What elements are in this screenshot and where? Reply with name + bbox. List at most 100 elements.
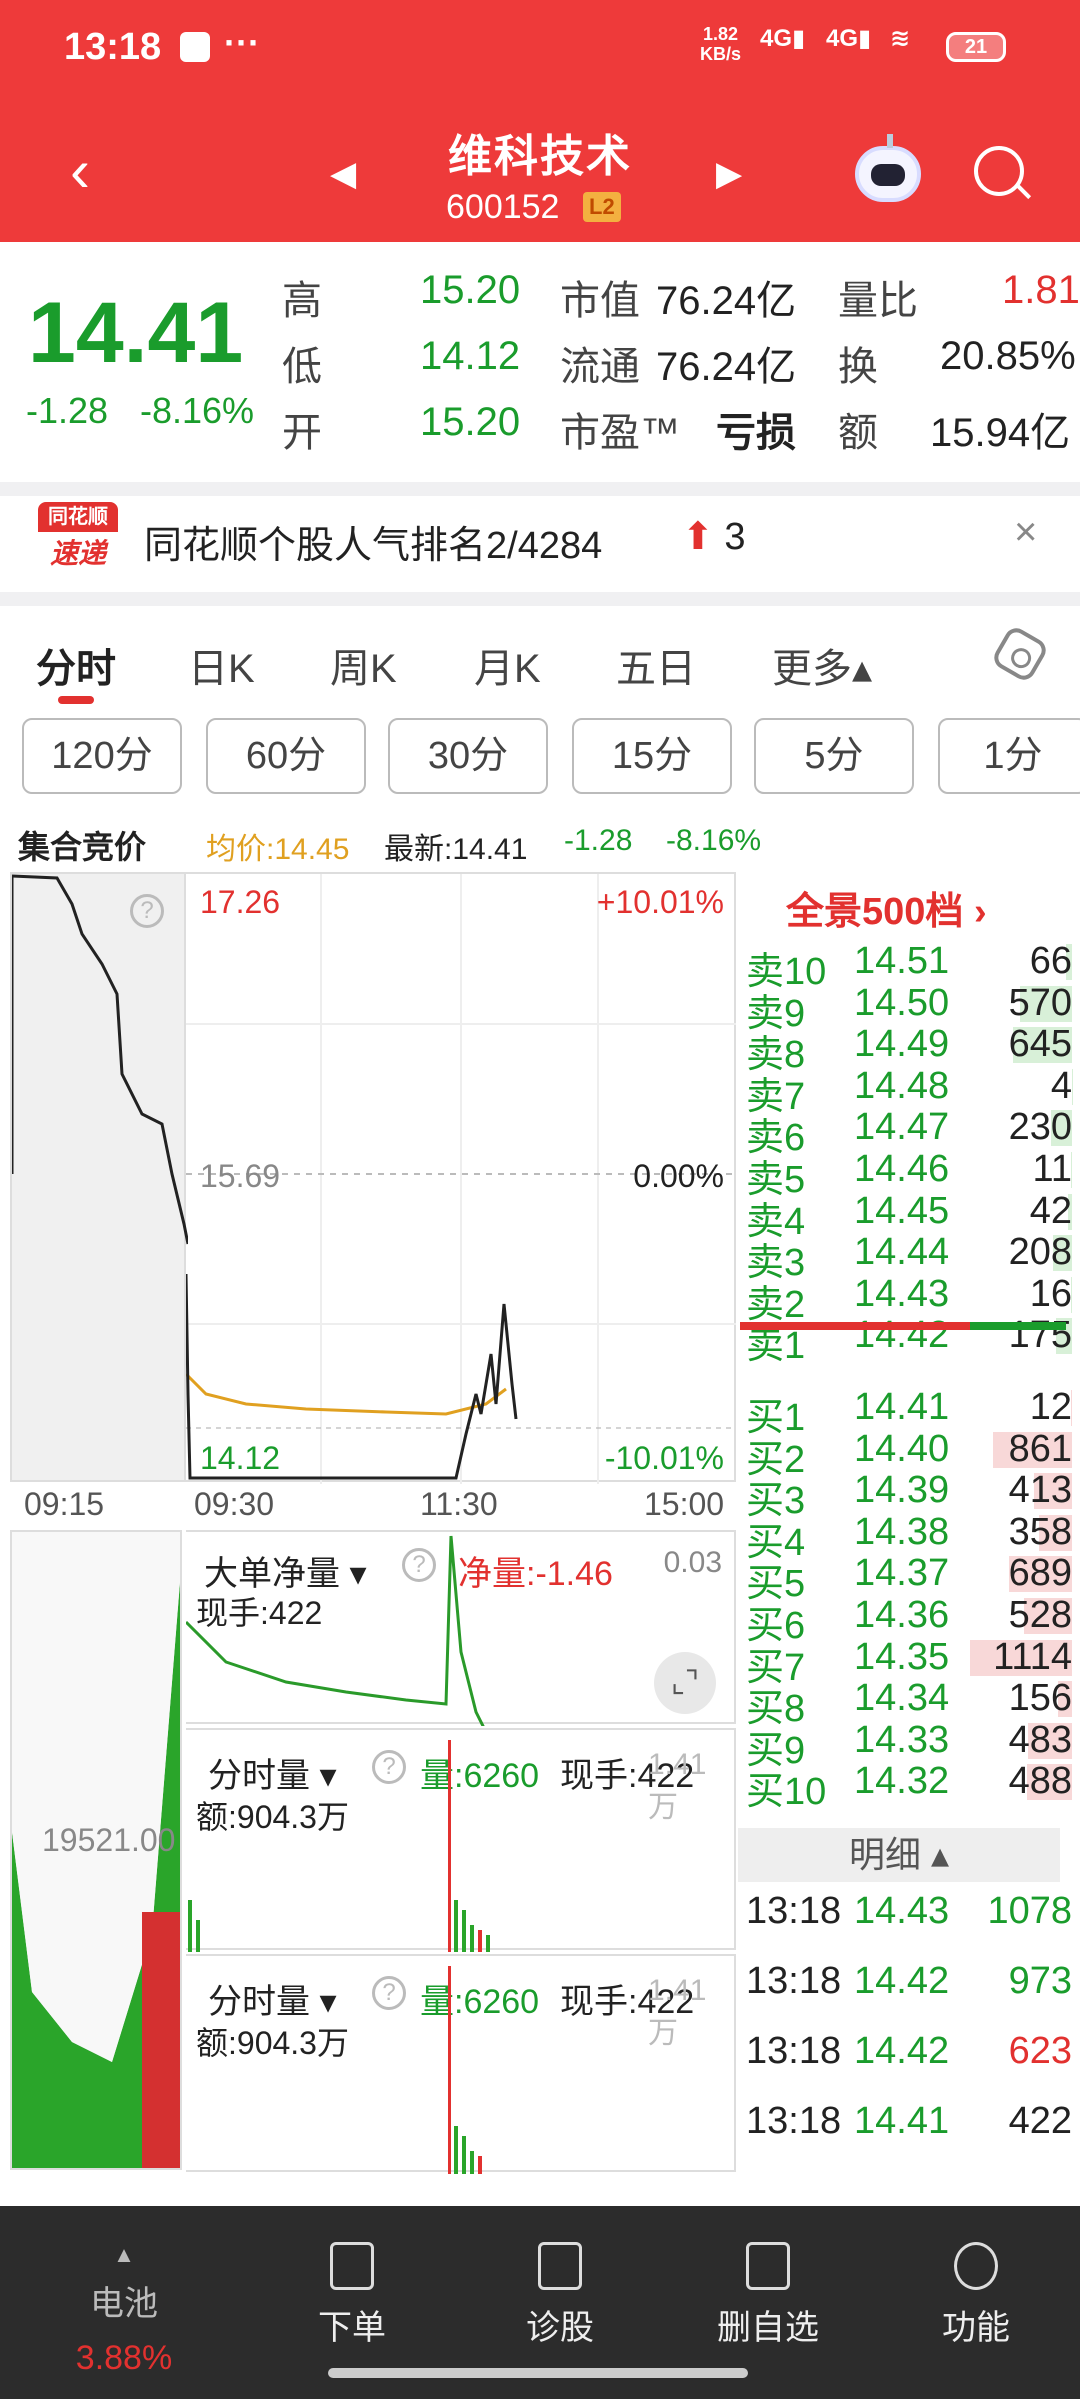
bid-price: 14.38 <box>854 1510 950 1553</box>
bid-row[interactable]: 买10 14.32 488 <box>738 1760 1072 1813</box>
close-icon[interactable]: × <box>1014 510 1037 555</box>
current-price: 14.41 <box>28 285 244 381</box>
menu-circle-icon <box>954 2242 998 2290</box>
level2-badge[interactable]: L2 <box>583 192 621 222</box>
rank-change: ⬆ 3 <box>682 516 746 558</box>
bid-row[interactable]: 买4 14.38 358 <box>738 1510 1072 1564</box>
auction-line <box>10 874 190 1245</box>
mcap-value: 76.24亿 <box>656 279 797 323</box>
ask-qty: 645 <box>1008 1023 1072 1066</box>
high-value: 15.20 <box>420 268 521 312</box>
ask-bid-ratio-bar-red <box>740 1322 970 1330</box>
tab-intraday[interactable]: 分时 <box>36 636 116 694</box>
amount-label: 额 <box>838 411 878 455</box>
tab-monthly-k[interactable]: 月K <box>474 636 541 694</box>
bid-row[interactable]: 买7 14.35 1114 <box>738 1635 1072 1689</box>
bid-qty: 528 <box>1008 1594 1072 1636</box>
latest-price-legend: 最新:14.41 <box>384 833 528 866</box>
signal-icon: 4G▮ <box>760 25 806 52</box>
ask-price: 14.48 <box>854 1064 950 1107</box>
nav-battery[interactable]: ▲ 电池 3.88% <box>54 2242 194 2378</box>
ask-price: 14.45 <box>854 1189 950 1232</box>
period-60[interactable]: 60分 <box>206 718 366 794</box>
bid-qty: 861 <box>1008 1427 1072 1470</box>
next-stock-icon[interactable]: ▶ <box>716 154 742 194</box>
period-30[interactable]: 30分 <box>388 718 548 794</box>
tab-more[interactable]: 更多▴ <box>772 636 872 694</box>
ask-row[interactable]: 卖5 14.46 11 <box>738 1148 1072 1201</box>
nav-remove-watchlist[interactable]: 删自选 <box>698 2242 838 2349</box>
bid-row[interactable]: 买5 14.37 689 <box>738 1552 1072 1605</box>
more-notifications-icon: ··· <box>224 22 260 63</box>
period-120[interactable]: 120分 <box>22 718 182 794</box>
ask-qty: 16 <box>1029 1272 1072 1315</box>
detail-time: 13:18 <box>746 1960 842 2002</box>
diagnose-icon <box>538 2242 582 2290</box>
y-bot-pct: -10.01% <box>604 1440 724 1476</box>
ask-row[interactable]: 卖4 14.45 42 <box>738 1189 1072 1243</box>
float-value: 76.24亿 <box>656 345 797 389</box>
ask-price: 14.44 <box>854 1231 950 1274</box>
detail-time: 13:18 <box>746 2100 842 2142</box>
ask-row[interactable]: 卖7 14.48 4 <box>738 1064 1072 1118</box>
pe-label: 市盈™ <box>560 411 680 455</box>
robot-assistant-icon[interactable] <box>855 134 921 202</box>
ask-qty: 208 <box>1008 1231 1072 1274</box>
detail-toggle[interactable]: 明细 ▴ <box>738 1828 1060 1882</box>
price-change: -1.28 <box>26 390 109 431</box>
big-order-panel: 大单净量 ▾ ? 净量:-1.46 0.03 现手:422 ⌞⌝ <box>186 1530 736 1726</box>
news-banner[interactable]: 同花顺 速递 同花顺个股人气排名2/4284 ⬆ 3 × <box>0 496 1080 592</box>
bid-row[interactable]: 买8 14.34 156 <box>738 1677 1072 1730</box>
arrow-up-icon: ⬆ <box>682 516 714 558</box>
bid-row[interactable]: 买1 14.41 12 <box>738 1386 1072 1439</box>
bid-row[interactable]: 买6 14.36 528 <box>738 1594 1072 1647</box>
ask-qty: 11 <box>1032 1148 1072 1190</box>
detail-price: 14.42 <box>854 1960 950 2002</box>
nav-diagnose[interactable]: 诊股 <box>490 2242 630 2349</box>
bid-row[interactable]: 买9 14.33 483 <box>738 1718 1072 1772</box>
bid-level: 买10 <box>746 1771 827 1814</box>
popularity-rank-text: 同花顺个股人气排名2/4284 <box>144 525 603 567</box>
tab-five-day[interactable]: 五日 <box>616 636 696 694</box>
y-top-pct: +10.01% <box>596 884 724 920</box>
bid-qty: 483 <box>1008 1718 1072 1761</box>
battery-icon: 21 <box>946 32 1006 62</box>
bid-row[interactable]: 买2 14.40 861 <box>738 1427 1072 1481</box>
detail-time: 13:18 <box>746 1890 842 1932</box>
y-mid-pct: 0.00% <box>633 1158 724 1194</box>
detail-qty: 422 <box>1008 2100 1072 2142</box>
home-indicator[interactable] <box>328 2368 748 2378</box>
volume-panel-2: 分时量 ▾ ? 量:6260 现手:422 1.41万 额:904.3万 <box>186 1954 736 2174</box>
period-15[interactable]: 15分 <box>572 718 732 794</box>
ask-row[interactable]: 卖9 14.50 570 <box>738 982 1072 1035</box>
x-label-1130: 11:30 <box>420 1486 498 1522</box>
ask-row[interactable]: 卖2 14.43 16 <box>738 1272 1072 1326</box>
ask-row[interactable]: 卖8 14.49 645 <box>738 1023 1072 1076</box>
y-mid-price: 15.69 <box>200 1158 281 1194</box>
y-top-price: 17.26 <box>200 884 281 920</box>
expand-icon[interactable]: ⌞⌝ <box>654 1652 716 1714</box>
bid-price: 14.36 <box>854 1594 950 1636</box>
ask-row[interactable]: 卖10 14.51 66 <box>738 940 1072 993</box>
ask-price: 14.49 <box>854 1023 950 1066</box>
network-speed: 1.82 KB/s <box>700 24 742 64</box>
app-header: ‹ ◀ 维科技术 600152 L2 ▶ <box>0 100 1080 242</box>
divider <box>0 592 1080 606</box>
nav-functions[interactable]: 功能 <box>906 2242 1046 2349</box>
ask-row[interactable]: 卖3 14.44 208 <box>738 1231 1072 1284</box>
tab-daily-k[interactable]: 日K <box>188 636 255 694</box>
help-icon[interactable]: ? <box>130 894 164 928</box>
ask-row[interactable]: 卖6 14.47 230 <box>738 1106 1072 1159</box>
tab-weekly-k[interactable]: 周K <box>330 636 397 694</box>
ask-row[interactable]: 卖1 14.42 175 <box>738 1314 1072 1367</box>
bid-row[interactable]: 买3 14.39 413 <box>738 1469 1072 1522</box>
net-volume-svg <box>186 1535 485 1726</box>
full-depth-link[interactable]: 全景500档 › <box>786 880 987 935</box>
nav-order[interactable]: 下单 <box>282 2242 422 2349</box>
period-5[interactable]: 5分 <box>754 718 914 794</box>
period-1[interactable]: 1分 <box>938 718 1080 794</box>
bid-qty: 1114 <box>993 1635 1072 1678</box>
search-icon[interactable] <box>974 146 1024 196</box>
order-book: 全景500档 › 卖10 14.51 66 卖9 14.50 570 卖8 14.49 645 卖… <box>738 872 1072 2172</box>
intraday-chart[interactable]: 17.26 +10.01% 15.69 0.00% 14.12 -10.01% <box>184 872 736 1484</box>
